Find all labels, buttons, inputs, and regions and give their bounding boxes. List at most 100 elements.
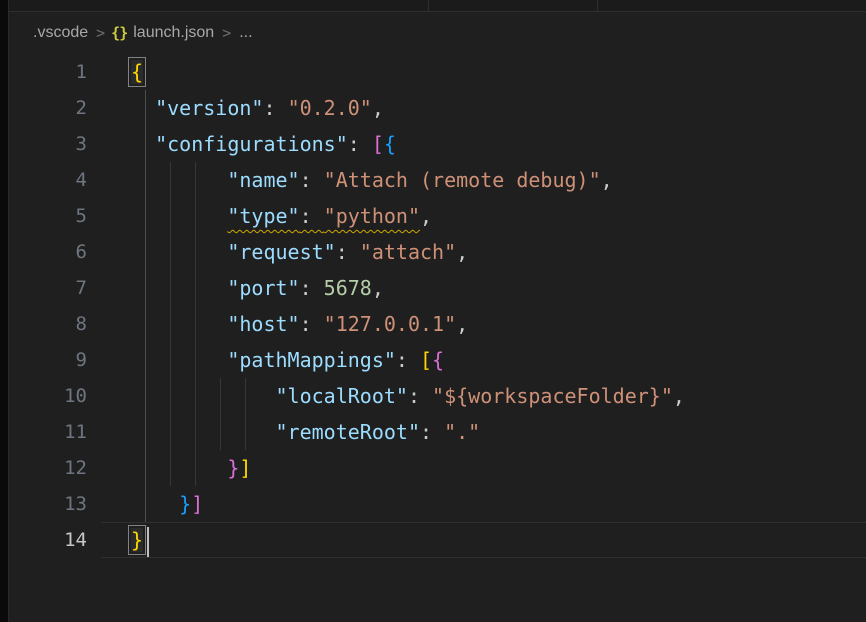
indent-guide xyxy=(220,414,221,450)
line-number[interactable]: 10 xyxy=(64,385,87,407)
code-line-content[interactable]: "configurations": [{ xyxy=(101,126,866,162)
json-file-icon: {} xyxy=(111,24,127,42)
breadcrumb-item-file[interactable]: launch.json xyxy=(133,24,214,42)
breadcrumb: .vscode>{}launch.json>... xyxy=(9,12,866,54)
token-pun: : xyxy=(408,384,432,408)
token-key: "name" xyxy=(227,168,299,192)
code-line[interactable]: 3 "configurations": [{ xyxy=(9,126,866,162)
breadcrumb-item-folder[interactable]: .vscode xyxy=(33,24,88,42)
indent-guide xyxy=(145,234,146,270)
indent-guide xyxy=(145,486,146,522)
editor-gutter: 2 xyxy=(9,90,101,126)
token-b1: ] xyxy=(239,456,251,480)
token-pun: , xyxy=(420,204,432,228)
code-line[interactable]: 8 "host": "127.0.0.1", xyxy=(9,306,866,342)
line-number[interactable]: 11 xyxy=(64,421,87,443)
line-number[interactable]: 14 xyxy=(64,529,87,551)
code-line[interactable]: 7 "port": 5678, xyxy=(9,270,866,306)
code-line[interactable]: 2 "version": "0.2.0", xyxy=(9,90,866,126)
breadcrumb-item-overflow[interactable]: ... xyxy=(239,24,252,42)
code-line-content[interactable]: "version": "0.2.0", xyxy=(101,90,866,126)
code-line[interactable]: 4 "name": "Attach (remote debug)", xyxy=(9,162,866,198)
code-line[interactable]: 12 }] xyxy=(9,450,866,486)
indent-guide xyxy=(170,198,171,234)
token-pun: , xyxy=(673,384,685,408)
code-line-content[interactable]: "name": "Attach (remote debug)", xyxy=(101,162,866,198)
code-line-content[interactable]: "pathMappings": [{ xyxy=(101,342,866,378)
editor-gutter: 10 xyxy=(9,378,101,414)
code-line-content[interactable]: "host": "127.0.0.1", xyxy=(101,306,866,342)
indent-guide xyxy=(145,306,146,342)
code-line-content[interactable]: "localRoot": "${workspaceFolder}", xyxy=(101,378,866,414)
token-str: "0.2.0" xyxy=(288,96,372,120)
code-line[interactable]: 1{ xyxy=(9,54,866,90)
indent-guide xyxy=(170,162,171,198)
code-line[interactable]: 14} xyxy=(9,522,866,558)
code-line-content[interactable]: }] xyxy=(101,450,866,486)
indent-guide xyxy=(195,414,196,450)
indent-guide xyxy=(145,198,146,234)
indent-guide xyxy=(145,270,146,306)
line-number[interactable]: 3 xyxy=(76,133,87,155)
token-pun: , xyxy=(372,276,384,300)
code-line-content[interactable]: "request": "attach", xyxy=(101,234,866,270)
line-number[interactable]: 12 xyxy=(64,457,87,479)
line-number[interactable]: 13 xyxy=(64,493,87,515)
indent-whitespace xyxy=(131,96,155,120)
code-editor[interactable]: 1{2 "version": "0.2.0",3 "configurations… xyxy=(9,54,866,622)
code-line-content[interactable]: "port": 5678, xyxy=(101,270,866,306)
editor-gutter: 1 xyxy=(9,54,101,90)
code-line[interactable]: 6 "request": "attach", xyxy=(9,234,866,270)
line-number[interactable]: 5 xyxy=(76,205,87,227)
code-line-content[interactable]: }] xyxy=(101,486,866,522)
indent-whitespace xyxy=(131,132,155,156)
editor-gutter: 12 xyxy=(9,450,101,486)
editor-group: .vscode>{}launch.json>... 1{2 "version":… xyxy=(9,0,866,622)
window-left-edge xyxy=(0,0,9,622)
indent-guide xyxy=(195,342,196,378)
editor-gutter: 11 xyxy=(9,414,101,450)
token-pun: : xyxy=(300,168,324,192)
code-line-content[interactable]: "remoteRoot": "." xyxy=(101,414,866,450)
indent-guide xyxy=(195,306,196,342)
token-pun: : xyxy=(300,276,324,300)
matched-bracket: { xyxy=(131,60,143,84)
code-line[interactable]: 10 "localRoot": "${workspaceFolder}", xyxy=(9,378,866,414)
code-line-content[interactable]: "type": "python", xyxy=(101,198,866,234)
indent-guide xyxy=(195,450,196,486)
token-b2: } xyxy=(227,456,239,480)
code-line[interactable]: 9 "pathMappings": [{ xyxy=(9,342,866,378)
indent-guide xyxy=(145,378,146,414)
chevron-right-icon: > xyxy=(96,24,105,42)
code-line[interactable]: 13 }] xyxy=(9,486,866,522)
token-pun: : xyxy=(263,96,287,120)
code-line-content[interactable]: } xyxy=(101,522,866,558)
token-str: "${workspaceFolder}" xyxy=(432,384,673,408)
token-key: "localRoot" xyxy=(276,384,408,408)
indent-guide xyxy=(145,126,146,162)
token-str: "." xyxy=(444,420,480,444)
line-number[interactable]: 7 xyxy=(76,277,87,299)
line-number[interactable]: 1 xyxy=(76,61,87,83)
tab-bar-edge xyxy=(9,0,866,12)
token-str: "127.0.0.1" xyxy=(324,312,456,336)
indent-guide xyxy=(170,306,171,342)
line-number[interactable]: 2 xyxy=(76,97,87,119)
code-line-content[interactable]: { xyxy=(101,54,866,90)
code-line[interactable]: 5 "type": "python", xyxy=(9,198,866,234)
token-str: "Attach (remote debug)" xyxy=(324,168,601,192)
token-b2: { xyxy=(432,348,444,372)
line-number[interactable]: 4 xyxy=(76,169,87,191)
token-key: "pathMappings" xyxy=(227,348,396,372)
token-key: "port" xyxy=(227,276,299,300)
token-num: 5678 xyxy=(324,276,372,300)
line-number[interactable]: 9 xyxy=(76,349,87,371)
line-number[interactable]: 8 xyxy=(76,313,87,335)
token-key: "host" xyxy=(227,312,299,336)
editor-gutter: 4 xyxy=(9,162,101,198)
editor-gutter: 13 xyxy=(9,486,101,522)
token-pun: , xyxy=(456,240,468,264)
line-number[interactable]: 6 xyxy=(76,241,87,263)
code-line[interactable]: 11 "remoteRoot": "." xyxy=(9,414,866,450)
indent-guide xyxy=(195,378,196,414)
